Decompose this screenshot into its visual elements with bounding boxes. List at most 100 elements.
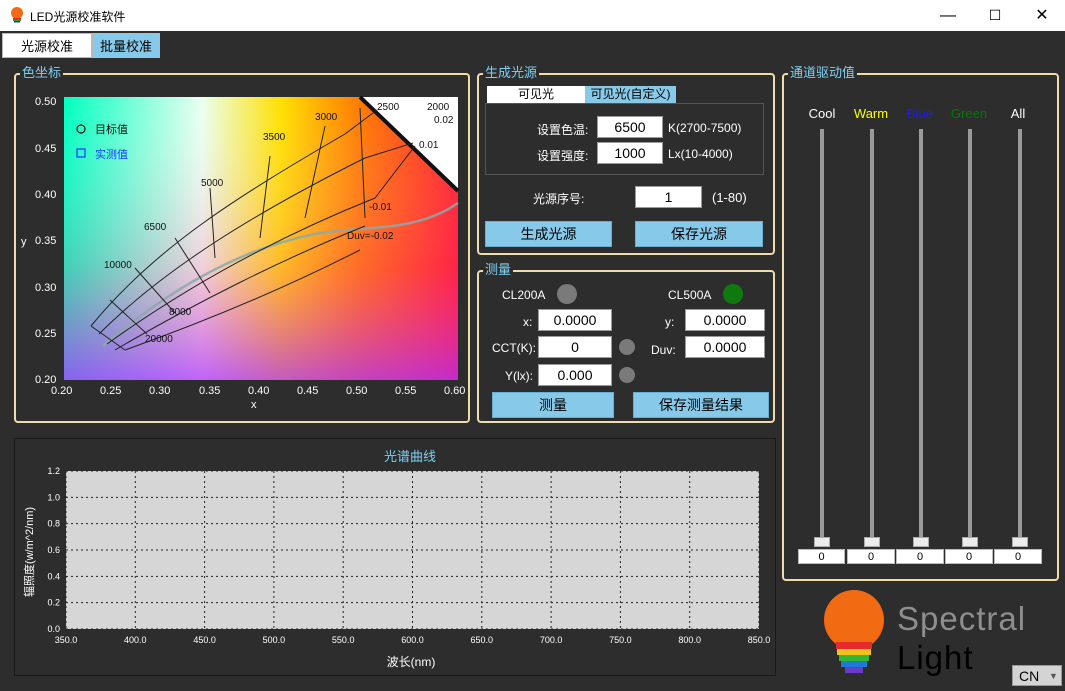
x-tick: 0.25 (100, 385, 121, 397)
spectrum-y-tick: 0.0 (47, 624, 60, 634)
brand-text-spectral: Spectral (897, 600, 1027, 637)
spectrum-y-tick: 1.2 (47, 466, 60, 476)
channel-value-all[interactable]: 0 (994, 549, 1042, 564)
intensity-set-label: 设置强度: (537, 149, 589, 163)
slider-thumb-cool[interactable] (814, 537, 830, 547)
y-axis-label: y (21, 236, 27, 248)
spectrum-y-ticks: 1.2 1.0 0.8 0.6 0.4 0.2 0.0 (47, 466, 60, 634)
brand-bulb-logo (824, 590, 884, 673)
cct-label: 10000 (104, 260, 132, 271)
lux-field[interactable]: 0.000 (538, 364, 612, 386)
spectrum-x-tick: 500.0 (263, 635, 286, 645)
x-axis-label: x (251, 399, 257, 411)
channel-name-green: Green (950, 106, 988, 121)
title-bar: LED光源校准软件 — ☐ ✕ (0, 0, 1065, 31)
spectrum-y-tick: 0.4 (47, 571, 60, 581)
lux-label: Y(lx): (505, 369, 533, 383)
x-value-label: x: (523, 315, 533, 329)
legend-target: 目标值 (95, 122, 128, 136)
x-tick: 0.40 (248, 385, 269, 397)
channel-value-green[interactable]: 0 (945, 549, 993, 564)
slider-track-all[interactable] (1018, 129, 1022, 543)
channel-name-all: All (1010, 106, 1026, 121)
spectrum-x-tick: 800.0 (678, 635, 701, 645)
app-logo-icon (11, 7, 23, 23)
y-value-label: y: (665, 315, 675, 329)
intensity-set-input[interactable]: 1000 (597, 142, 663, 164)
tab-visible-custom[interactable]: 可见光(自定义) (585, 86, 676, 103)
spectrum-x-tick: 550.0 (332, 635, 355, 645)
y-value-field[interactable]: 0.0000 (685, 309, 765, 331)
device-cl200a-label: CL200A (502, 288, 546, 302)
spectrum-x-tick: 350.0 (55, 635, 78, 645)
language-select[interactable]: CN ▼ (1012, 665, 1062, 686)
duv-label: -0.01 (369, 202, 392, 213)
source-index-range: (1-80) (712, 190, 747, 205)
slider-thumb-blue[interactable] (913, 537, 929, 547)
x-value-field[interactable]: 0.0000 (538, 309, 612, 331)
slider-thumb-all[interactable] (1012, 537, 1028, 547)
x-tick: 0.45 (297, 385, 318, 397)
cct-status-led-icon (619, 339, 635, 355)
duv-label: Duv: (651, 343, 676, 357)
save-measurement-button[interactable]: 保存测量结果 (633, 392, 769, 418)
channel-value-warm[interactable]: 0 (847, 549, 895, 564)
channel-name-cool: Cool (808, 106, 836, 121)
close-button[interactable]: ✕ (1019, 0, 1065, 31)
tab-light-calibration[interactable]: 光源校准 (2, 33, 92, 58)
spectrum-x-tick: 400.0 (124, 635, 147, 645)
drive-title: 通道驱动值 (788, 65, 858, 80)
maximize-button[interactable]: ☐ (972, 0, 1018, 31)
spectrum-y-tick: 1.0 (47, 492, 60, 502)
cl200a-status-led-icon (557, 284, 577, 304)
y-tick: 0.30 (35, 282, 56, 294)
slider-track-blue[interactable] (919, 129, 923, 543)
spectrum-chart: 1.2 1.0 0.8 0.6 0.4 0.2 0.0 350.0 400.0 450.0 500… (22, 466, 771, 669)
spectrum-y-tick: 0.6 (47, 545, 60, 555)
cct-measured-label: CCT(K): (492, 341, 536, 355)
y-tick: 0.25 (35, 328, 56, 340)
cct-range: K(2700-7500) (668, 121, 742, 135)
source-index-input[interactable]: 1 (635, 186, 702, 208)
spectrum-x-tick: 600.0 (401, 635, 424, 645)
tab-visible[interactable]: 可见光 (487, 86, 585, 103)
tab-batch-calibration[interactable]: 批量校准 (92, 33, 160, 58)
x-ticks: 0.20 0.25 0.30 0.35 0.40 0.45 0.50 0.55 … (51, 385, 465, 397)
spectrum-x-label: 波长(nm) (387, 655, 436, 669)
spectrum-x-tick: 850.0 (748, 635, 771, 645)
chromaticity-diagram: 目标值 实测值 2500 2000 3000 3500 5000 6500 10… (21, 95, 465, 411)
save-light-button[interactable]: 保存光源 (635, 221, 763, 247)
cct-set-input[interactable]: 6500 (597, 116, 663, 138)
minimize-button[interactable]: — (925, 0, 971, 31)
channel-value-cool[interactable]: 0 (798, 549, 845, 564)
color-coord-title: 色坐标 (20, 65, 64, 80)
y-tick: 0.35 (35, 235, 56, 247)
cct-label: 3500 (263, 132, 286, 143)
spectrum-x-tick: 450.0 (193, 635, 216, 645)
cct-label: 5000 (201, 178, 224, 189)
measure-button[interactable]: 测量 (492, 392, 614, 418)
measure-title: 测量 (483, 262, 514, 277)
spectrum-x-ticks: 350.0 400.0 450.0 500.0 550.0 600.0 650.0 700.0… (55, 635, 771, 645)
spectrum-x-tick: 650.0 (471, 635, 494, 645)
duv-field[interactable]: 0.0000 (685, 336, 765, 358)
legend-measured: 实测值 (95, 147, 128, 161)
channel-name-warm: Warm (853, 106, 889, 121)
brand-text-light: Light (897, 639, 974, 676)
spectrum-y-label: 辐照度(w/m^2/nm) (22, 507, 36, 597)
channel-value-blue[interactable]: 0 (896, 549, 944, 564)
x-tick: 0.30 (149, 385, 170, 397)
slider-track-warm[interactable] (870, 129, 874, 543)
spectrum-x-tick: 700.0 (540, 635, 563, 645)
slider-track-green[interactable] (968, 129, 972, 543)
cct-measured-field[interactable]: 0 (538, 336, 612, 358)
generate-light-button[interactable]: 生成光源 (485, 221, 612, 247)
cct-label: 20000 (145, 334, 173, 345)
channel-sliders: Cool 0 Warm 0 Blue 0 Green 0 All 0 (797, 104, 1043, 566)
cct-label: 2500 (377, 102, 400, 113)
slider-track-cool[interactable] (820, 129, 824, 543)
slider-thumb-warm[interactable] (864, 537, 880, 547)
slider-thumb-green[interactable] (962, 537, 978, 547)
y-tick: 0.40 (35, 189, 56, 201)
y-tick: 0.50 (35, 96, 56, 108)
